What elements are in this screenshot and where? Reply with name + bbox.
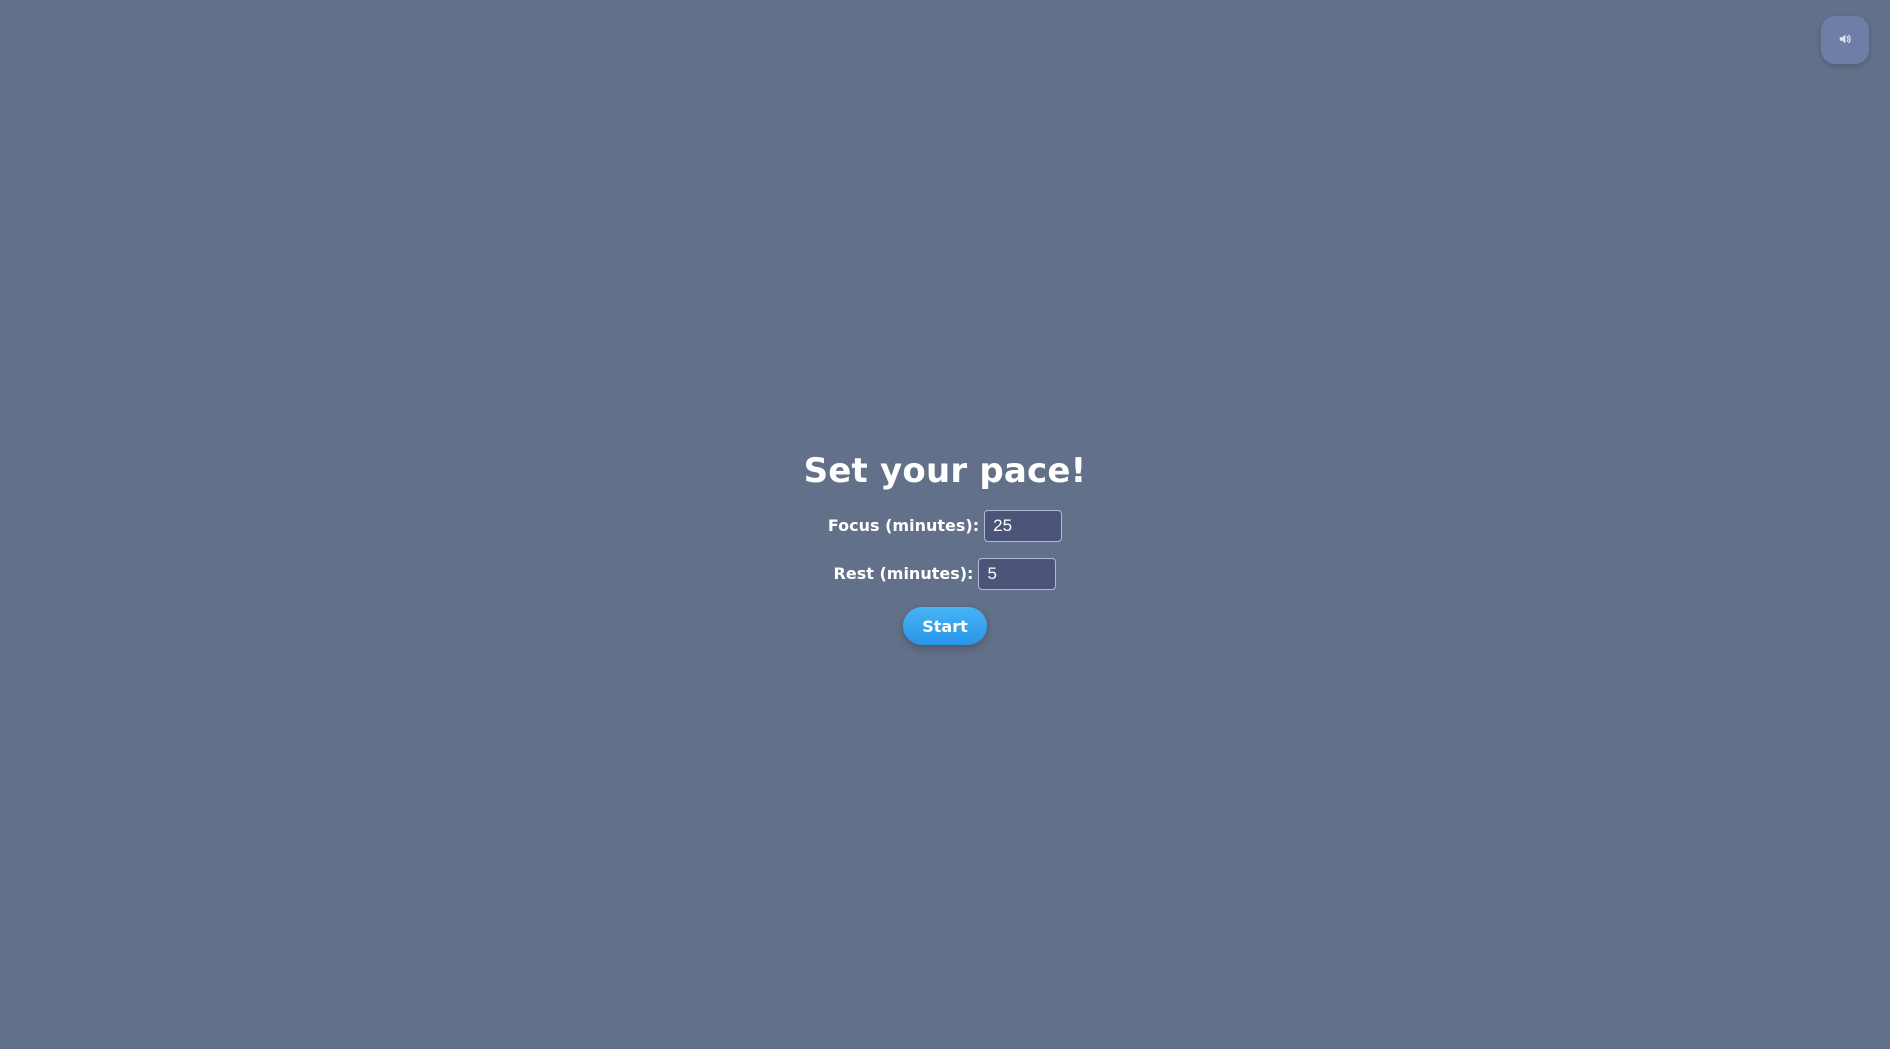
rest-field-row: Rest (minutes): xyxy=(834,555,1057,592)
focus-minutes-input[interactable] xyxy=(984,509,1063,542)
focus-field-row: Focus (minutes): xyxy=(827,507,1063,544)
rest-label: Rest (minutes): xyxy=(833,564,974,583)
app-page: Set your pace! Focus (minutes): Rest (mi… xyxy=(0,0,1890,1049)
sound-toggle-button[interactable] xyxy=(1821,16,1869,64)
start-button[interactable]: Start xyxy=(903,607,987,645)
focus-label: Focus (minutes): xyxy=(827,516,980,535)
page-title: Set your pace! xyxy=(803,451,1087,491)
timer-setup-panel: Set your pace! Focus (minutes): Rest (mi… xyxy=(0,446,1890,645)
rest-minutes-input[interactable] xyxy=(978,557,1057,590)
speaker-icon xyxy=(1838,31,1852,50)
